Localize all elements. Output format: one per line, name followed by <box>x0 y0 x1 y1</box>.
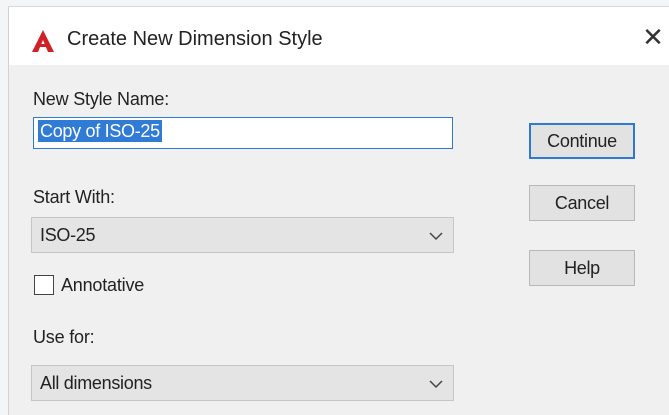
create-dimension-style-dialog: Create New Dimension Style ✕ New Style N… <box>8 6 669 415</box>
cancel-button[interactable]: Cancel <box>529 185 635 221</box>
use-for-label: Use for: <box>33 327 95 347</box>
use-for-dropdown[interactable]: All dimensions <box>31 365 454 401</box>
annotative-checkbox[interactable] <box>34 275 54 295</box>
start-with-dropdown[interactable]: ISO-25 <box>31 217 454 253</box>
start-with-label: Start With: <box>33 187 115 207</box>
help-button[interactable]: Help <box>529 250 635 286</box>
start-with-value: ISO-25 <box>40 225 96 245</box>
continue-button[interactable]: Continue <box>529 123 635 159</box>
autocad-logo-icon <box>31 29 55 53</box>
title-bar[interactable]: Create New Dimension Style ✕ <box>9 7 669 65</box>
chevron-down-icon <box>429 229 443 241</box>
new-style-name-value: Copy of ISO-25 <box>38 120 162 142</box>
dialog-title: Create New Dimension Style <box>67 28 323 50</box>
use-for-value: All dimensions <box>40 373 152 393</box>
close-button[interactable]: ✕ <box>637 21 669 53</box>
new-style-name-input[interactable]: Copy of ISO-25 <box>33 117 453 149</box>
chevron-down-icon <box>429 377 443 389</box>
annotative-label: Annotative <box>61 275 145 295</box>
new-style-name-label: New Style Name: <box>33 89 170 109</box>
